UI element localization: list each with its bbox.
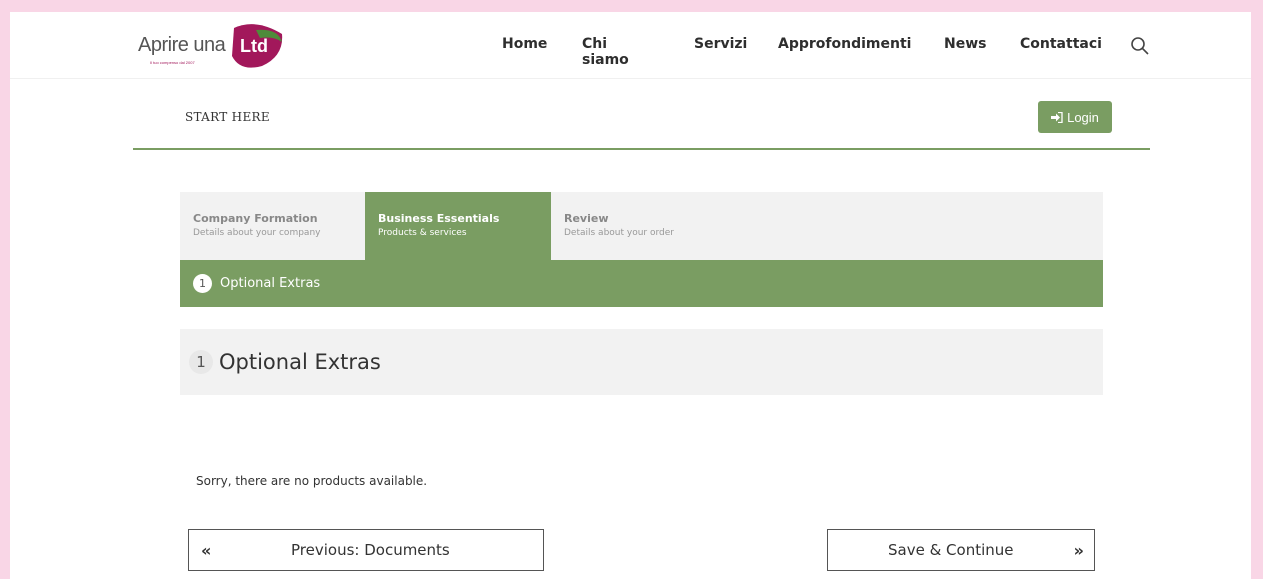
no-products-message: Sorry, there are no products available.	[196, 474, 428, 488]
sign-in-icon	[1051, 111, 1063, 123]
step-subtitle: Products & services	[378, 228, 467, 238]
step-review[interactable]: Review Details about your order	[551, 192, 751, 260]
logo[interactable]: Aprire una Ltd Il tuo compenso dal 2007	[138, 22, 288, 70]
substep-bar: 1 Optional Extras	[180, 260, 1103, 307]
logo-tagline: Il tuo compenso dal 2007	[150, 60, 195, 65]
login-label: Login	[1067, 109, 1099, 125]
substep-number: 1	[193, 274, 212, 293]
nav-chi-siamo[interactable]: Chi siamo	[582, 36, 629, 68]
substep-label: Optional Extras	[220, 276, 321, 291]
nav-home[interactable]: Home	[502, 36, 547, 52]
logo-badge: Ltd	[232, 24, 283, 68]
progress-steps: Company Formation Details about your com…	[180, 192, 1103, 260]
save-continue-label: Save & Continue	[888, 541, 1014, 559]
double-chevron-left-icon: «	[201, 540, 212, 560]
previous-button-label: Previous: Documents	[291, 541, 450, 559]
logo-badge-text: Ltd	[240, 36, 268, 56]
start-bar: START HERE Login	[133, 80, 1150, 150]
nav-news[interactable]: News	[944, 36, 986, 52]
logo-text: Aprire una	[138, 34, 226, 56]
login-button[interactable]: Login	[1038, 101, 1112, 133]
step-title: Review	[564, 212, 609, 225]
section-title: Optional Extras	[219, 350, 381, 374]
nav-servizi[interactable]: Servizi	[694, 36, 747, 52]
nav-contattaci[interactable]: Contattaci	[1020, 36, 1102, 52]
step-title: Business Essentials	[378, 212, 500, 225]
start-here-label: START HERE	[185, 110, 270, 124]
double-chevron-right-icon: »	[1073, 540, 1084, 560]
page: Aprire una Ltd Il tuo compenso dal 2007 …	[10, 12, 1251, 579]
section-number: 1	[189, 350, 213, 374]
nav-approfondimenti[interactable]: Approfondimenti	[778, 36, 911, 52]
section-panel: 1 Optional Extras	[180, 329, 1103, 395]
step-business-essentials[interactable]: Business Essentials Products & services	[365, 192, 551, 260]
save-continue-button[interactable]: Save & Continue »	[827, 529, 1095, 571]
step-title: Company Formation	[193, 212, 318, 225]
step-company-formation[interactable]: Company Formation Details about your com…	[180, 192, 365, 260]
step-subtitle: Details about your company	[193, 228, 321, 238]
site-header: Aprire una Ltd Il tuo compenso dal 2007 …	[10, 12, 1251, 79]
search-icon[interactable]	[1130, 36, 1150, 56]
step-subtitle: Details about your order	[564, 228, 674, 238]
previous-button[interactable]: « Previous: Documents	[188, 529, 544, 571]
